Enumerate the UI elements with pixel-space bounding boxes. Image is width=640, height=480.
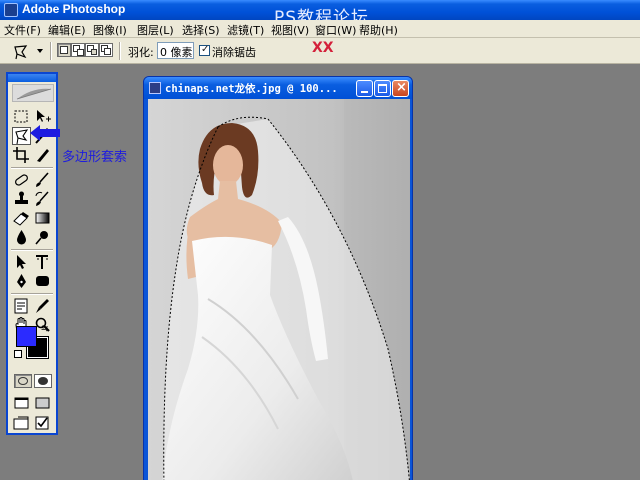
pen-icon: [17, 274, 26, 288]
intersect-selection-button[interactable]: [99, 43, 113, 57]
chevron-down-icon: [37, 49, 43, 53]
menu-layer[interactable]: 图层(L): [137, 22, 174, 38]
foreground-color-swatch[interactable]: [16, 326, 37, 347]
watermark-sub-text: XX: [312, 40, 334, 56]
minimize-button[interactable]: [356, 80, 373, 97]
slice-tool[interactable]: [33, 146, 52, 164]
quick-mask-mode-button[interactable]: [34, 374, 52, 388]
eyedropper-tool[interactable]: [33, 297, 52, 315]
document-icon: [149, 82, 161, 94]
menu-window[interactable]: 窗口(W): [315, 22, 356, 38]
polygonal-lasso-icon: [14, 45, 28, 60]
menu-filter[interactable]: 滤镜(T): [227, 22, 264, 38]
gradient-icon: [35, 212, 50, 224]
swap-colors-icon[interactable]: ⇆: [41, 324, 49, 334]
history-brush-tool[interactable]: [33, 190, 52, 208]
stamp-icon: [15, 191, 28, 204]
bride-photo: [148, 99, 410, 480]
feather-label: 羽化:: [128, 46, 154, 59]
healing-brush-tool[interactable]: [12, 171, 31, 189]
water-drop-icon: [17, 230, 26, 245]
brush-icon: [36, 172, 49, 187]
anti-alias-label: 消除锯齿: [212, 46, 256, 59]
feather-input[interactable]: 0 像素: [157, 42, 194, 59]
feather-logo: [12, 84, 54, 102]
maximize-icon: [378, 84, 387, 93]
jump-extra-button[interactable]: [33, 414, 52, 432]
app-title: Adobe Photoshop: [22, 2, 126, 16]
clone-stamp-tool[interactable]: [12, 190, 31, 208]
type-icon: [36, 255, 48, 269]
screen-mode-full[interactable]: [33, 394, 52, 412]
annotation-arrow-icon: [30, 125, 60, 141]
path-selection-tool[interactable]: [12, 253, 31, 271]
new-selection-button[interactable]: [57, 43, 71, 57]
tools-divider: [11, 293, 53, 295]
eraser-icon: [13, 212, 29, 226]
options-divider: [119, 42, 121, 60]
history-brush-icon: [35, 191, 49, 206]
notes-icon: [14, 298, 28, 314]
subtract-from-selection-button[interactable]: [85, 43, 99, 57]
tools-divider: [11, 167, 53, 169]
tools-palette-header[interactable]: [8, 74, 56, 82]
app-title-bar: Adobe Photoshop PS教程论坛: [0, 0, 640, 28]
menu-edit[interactable]: 编辑(E): [48, 22, 86, 38]
arrow-cursor-icon: [17, 255, 26, 269]
slice-icon: [37, 149, 49, 162]
screen-mode-icon: [14, 397, 29, 409]
menu-file[interactable]: 文件(F): [4, 22, 41, 38]
tool-preset-picker[interactable]: [4, 41, 46, 61]
type-tool[interactable]: [33, 253, 52, 271]
notes-tool[interactable]: [12, 297, 31, 315]
image-canvas[interactable]: [148, 99, 410, 480]
shape-tool[interactable]: [33, 272, 52, 290]
add-to-selection-button[interactable]: [71, 43, 85, 57]
gradient-tool[interactable]: [33, 209, 52, 227]
minimize-icon: [361, 91, 368, 93]
checklist-icon: [35, 416, 49, 430]
screen-mode-full-icon: [35, 397, 50, 409]
document-title-bar[interactable]: chinaps.net龙依.jpg @ 100... ×: [144, 77, 412, 99]
default-colors-icon[interactable]: [14, 350, 22, 358]
document-window: chinaps.net龙依.jpg @ 100... ×: [143, 76, 413, 480]
pen-tool[interactable]: [12, 272, 31, 290]
eraser-tool[interactable]: [12, 209, 31, 227]
crop-tool[interactable]: [12, 146, 31, 164]
menu-bar: 文件(F) 编辑(E) 图像(I) 图层(L) 选择(S) 滤镜(T) 视图(V…: [0, 20, 640, 56]
bandage-icon: [15, 174, 28, 186]
maximize-button[interactable]: [374, 80, 391, 97]
rounded-rectangle-icon: [36, 276, 49, 286]
photoshop-app-icon: [4, 3, 18, 17]
screen-mode-standard[interactable]: [12, 394, 31, 412]
crop-icon: [13, 147, 29, 163]
annotation-label: 多边形套索: [62, 150, 128, 165]
options-divider: [50, 42, 52, 60]
menu-help[interactable]: 帮助(H): [359, 22, 398, 38]
standard-mode-button[interactable]: [14, 374, 32, 388]
menu-image[interactable]: 图像(I): [93, 22, 127, 38]
menu-select[interactable]: 选择(S): [182, 22, 220, 38]
dodge-tool[interactable]: [33, 228, 52, 246]
close-icon: ×: [396, 80, 407, 95]
blur-tool[interactable]: [12, 228, 31, 246]
jump-to-imageready-button[interactable]: [12, 414, 31, 432]
dodge-icon: [35, 231, 48, 245]
imageready-icon: [13, 416, 29, 430]
tools-divider: [11, 249, 53, 251]
brush-tool[interactable]: [33, 171, 52, 189]
eyedropper-icon: [36, 299, 49, 313]
anti-alias-checkbox[interactable]: ✓: [199, 44, 210, 56]
menu-view[interactable]: 视图(V): [271, 22, 309, 38]
checkmark-icon: ✓: [201, 44, 210, 55]
close-button[interactable]: ×: [392, 80, 409, 97]
document-title: chinaps.net龙依.jpg @ 100...: [165, 83, 338, 95]
